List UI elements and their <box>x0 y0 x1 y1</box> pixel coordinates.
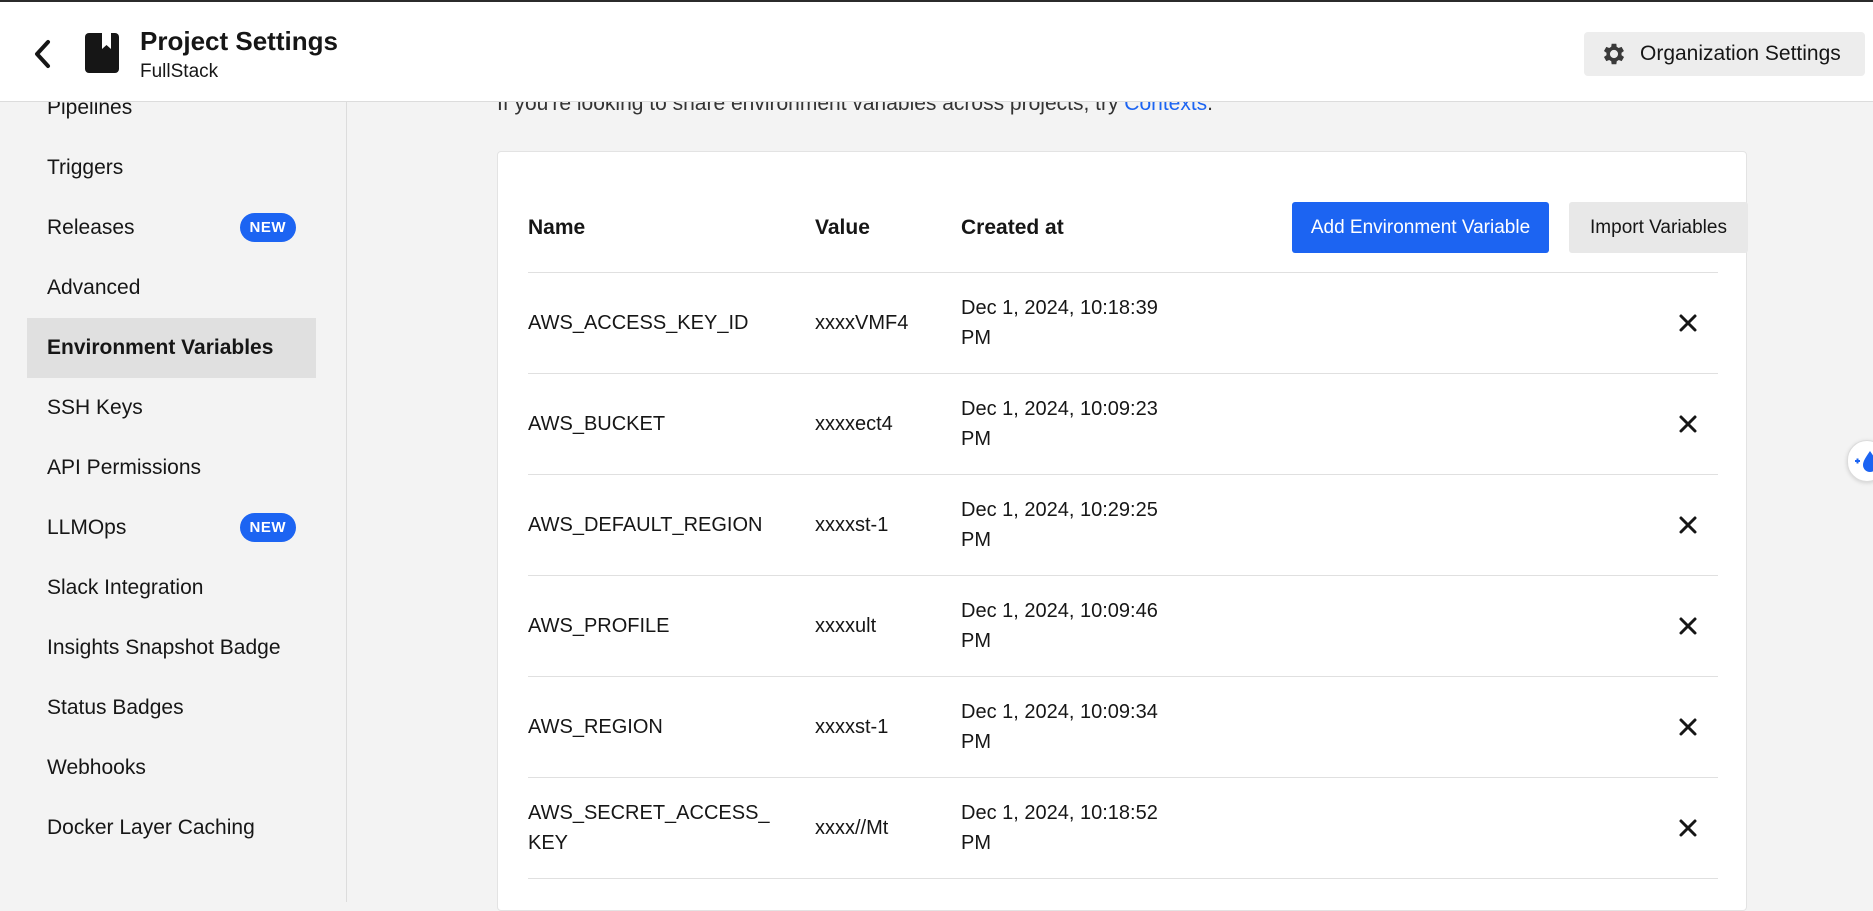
env-variables-card: Name Value Created at Add Environment Va… <box>497 151 1748 911</box>
import-variables-button[interactable]: Import Variables <box>1569 202 1748 253</box>
sidebar-item-label: Status Badges <box>47 696 184 719</box>
variable-name: AWS_SECRET_ACCESS_KEY <box>528 802 770 854</box>
sidebar-item-slack-integration[interactable]: Slack Integration <box>27 558 316 618</box>
variable-name: AWS_DEFAULT_REGION <box>528 514 763 536</box>
variable-value: xxxxect4 <box>815 413 893 435</box>
column-header-value: Value <box>815 216 870 239</box>
table-header: Name Value Created at Add Environment Va… <box>528 152 1748 273</box>
variable-value: xxxxst-1 <box>815 514 889 536</box>
delete-variable-close-icon[interactable] <box>1676 513 1700 537</box>
table-row: AWS_DEFAULT_REGION xxxxst-1 Dec 1, 2024,… <box>528 475 1718 576</box>
variable-name: AWS_BUCKET <box>528 413 666 435</box>
new-badge: NEW <box>239 513 296 542</box>
sidebar-item-releases[interactable]: Releases NEW <box>27 198 316 258</box>
variable-created-at: Dec 1, 2024, 10:09:34 PM <box>961 701 1158 753</box>
sidebar-item-label: Triggers <box>47 156 124 179</box>
variable-value: xxxxst-1 <box>815 716 889 738</box>
delete-variable-close-icon[interactable] <box>1676 816 1700 840</box>
sidebar-item-label: Environment Variables <box>47 336 274 359</box>
variable-value: xxxxult <box>815 615 877 637</box>
variable-created-at: Dec 1, 2024, 10:09:46 PM <box>961 600 1158 652</box>
back-button[interactable] <box>26 34 60 74</box>
variable-name: AWS_PROFILE <box>528 615 670 637</box>
sidebar-item-status-badges[interactable]: Status Badges <box>27 678 316 738</box>
sidebar-item-label: Slack Integration <box>47 576 204 599</box>
table-row: AWS_PROFILE xxxxult Dec 1, 2024, 10:09:4… <box>528 576 1718 677</box>
sidebar-item-webhooks[interactable]: Webhooks <box>27 738 316 798</box>
organization-settings-button[interactable]: Organization Settings <box>1584 32 1865 76</box>
sidebar-item-llmops[interactable]: LLMOps NEW <box>27 498 316 558</box>
sidebar-item-label: Releases <box>47 216 135 239</box>
sidebar-item-label: Insights Snapshot Badge <box>47 636 281 659</box>
sidebar-item-triggers[interactable]: Triggers <box>27 138 316 198</box>
variable-created-at: Dec 1, 2024, 10:18:52 PM <box>961 802 1158 854</box>
page-title: Project Settings <box>140 26 338 56</box>
sidebar-item-label: Advanced <box>47 276 141 299</box>
new-badge: NEW <box>239 213 296 242</box>
sidebar-item-label: Docker Layer Caching <box>47 816 255 839</box>
organization-settings-label: Organization Settings <box>1640 42 1841 65</box>
variable-value: xxxx//Mt <box>815 817 889 839</box>
delete-variable-close-icon[interactable] <box>1676 614 1700 638</box>
delete-variable-close-icon[interactable] <box>1676 311 1700 335</box>
variable-name: AWS_ACCESS_KEY_ID <box>528 312 749 334</box>
table-row: AWS_ACCESS_KEY_ID xxxxVMF4 Dec 1, 2024, … <box>528 273 1718 374</box>
table-row: AWS_SECRET_ACCESS_KEY xxxx//Mt Dec 1, 20… <box>528 778 1718 879</box>
sidebar-item-label: API Permissions <box>47 456 202 479</box>
variable-value: xxxxVMF4 <box>815 312 909 334</box>
sidebar-item-environment-variables[interactable]: Environment Variables <box>27 318 316 378</box>
variable-created-at: Dec 1, 2024, 10:29:25 PM <box>961 499 1158 551</box>
delete-variable-close-icon[interactable] <box>1676 412 1700 436</box>
top-bar: Project Settings FullStack Organization … <box>0 0 1873 102</box>
sidebar-item-label: Webhooks <box>47 756 146 779</box>
sidebar: Pipelines Triggers Releases NEW Advanced… <box>0 96 347 902</box>
sidebar-item-ssh-keys[interactable]: SSH Keys <box>27 378 316 438</box>
delete-variable-close-icon[interactable] <box>1676 715 1700 739</box>
floating-extension-tab[interactable] <box>1847 440 1873 482</box>
table-row: AWS_BUCKET xxxxect4 Dec 1, 2024, 10:09:2… <box>528 374 1718 475</box>
variable-created-at: Dec 1, 2024, 10:18:39 PM <box>961 297 1158 349</box>
sidebar-item-api-permissions[interactable]: API Permissions <box>27 438 316 498</box>
sidebar-item-label: SSH Keys <box>47 396 143 419</box>
sidebar-item-insights-snapshot-badge[interactable]: Insights Snapshot Badge <box>27 618 316 678</box>
project-book-icon <box>85 33 119 73</box>
column-header-created-at: Created at <box>961 216 1064 239</box>
variable-name: AWS_REGION <box>528 716 663 738</box>
droplet-icon <box>1855 451 1873 472</box>
sidebar-item-advanced[interactable]: Advanced <box>27 258 316 318</box>
sidebar-item-label: LLMOps <box>47 516 127 539</box>
column-header-name: Name <box>528 216 586 239</box>
table-row: AWS_REGION xxxxst-1 Dec 1, 2024, 10:09:3… <box>528 677 1718 778</box>
chevron-left-icon <box>35 40 50 68</box>
variable-created-at: Dec 1, 2024, 10:09:23 PM <box>961 398 1158 450</box>
project-name: FullStack <box>140 61 219 82</box>
add-environment-variable-button[interactable]: Add Environment Variable <box>1292 202 1549 253</box>
gear-icon <box>1603 43 1625 65</box>
sidebar-item-docker-layer-caching[interactable]: Docker Layer Caching <box>27 798 316 858</box>
